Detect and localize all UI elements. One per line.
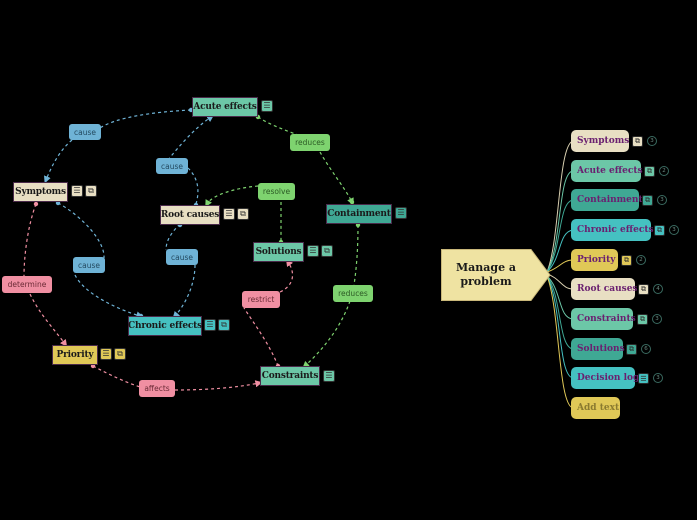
link-symptoms-to-determine — [23, 203, 37, 277]
link-determine-to-priority — [29, 293, 68, 347]
branch-constraints[interactable]: Constraints — [571, 308, 636, 330]
link-restrict-to-solutions — [279, 259, 294, 293]
link-icon[interactable]: ⧉ — [621, 255, 632, 266]
count-badge: 3 — [657, 195, 667, 205]
link-icon[interactable]: ⧉ — [237, 208, 249, 220]
notes-icon[interactable]: ☰ — [323, 370, 335, 382]
link-reduces2-to-constraints — [302, 300, 351, 369]
root-label-line1: Manage a — [455, 261, 517, 274]
link-icon[interactable]: ⧉ — [644, 166, 655, 177]
link-resolve-to-rootcauses — [205, 185, 259, 208]
notes-icon[interactable]: ☰ — [100, 348, 112, 360]
link-acute-to-reduces1 — [257, 116, 299, 136]
count-badge: 2 — [636, 255, 646, 265]
branch-acute-effects[interactable]: Acute effects — [571, 160, 643, 182]
link-symptoms-to-cause3 — [57, 202, 105, 259]
link-icon[interactable]: ⧉ — [637, 314, 648, 325]
root-label-line2: problem — [460, 275, 512, 288]
link-icon[interactable]: ⧉ — [654, 225, 665, 236]
notes-icon[interactable]: ☰ — [638, 373, 649, 384]
mind-map-root[interactable]: Manage a problem — [441, 249, 551, 301]
branch-decision-log[interactable]: Decision log — [571, 367, 639, 389]
link-label-restrict[interactable]: restrict — [242, 291, 280, 308]
branch-chronic-effects[interactable]: Chronic effects — [571, 219, 654, 241]
node-solutions[interactable]: Solutions — [253, 242, 304, 262]
node-root-causes[interactable]: Root causes — [160, 205, 220, 225]
count-badge: 2 — [659, 166, 669, 176]
count-badge: 3 — [647, 136, 657, 146]
link-icon[interactable]: ⧉ — [638, 284, 649, 295]
link-affects-to-constraints — [174, 380, 263, 391]
link-icon[interactable]: ⧉ — [218, 319, 230, 331]
link-rootcauses-to-cause4 — [165, 223, 181, 251]
link-label-cause[interactable]: cause — [69, 124, 101, 140]
notes-icon[interactable]: ☰ — [261, 100, 273, 112]
link-label-reduces[interactable]: reduces — [333, 285, 373, 302]
branch-solutions[interactable]: Solutions — [571, 338, 625, 360]
link-icon[interactable]: ⧉ — [85, 185, 97, 197]
link-label-resolve[interactable]: resolve — [258, 183, 295, 200]
link-priority-to-affects — [92, 365, 141, 388]
link-label-reduces[interactable]: reduces — [290, 134, 330, 151]
count-badge: 4 — [653, 284, 663, 294]
node-containment[interactable]: Containment — [326, 204, 392, 224]
link-cause2-to-acute — [167, 114, 214, 161]
node-priority[interactable]: Priority — [52, 345, 98, 365]
link-cause3-to-chronic — [74, 274, 144, 319]
count-badge: 3 — [669, 225, 679, 235]
link-cause4-to-chronic — [172, 264, 196, 319]
link-icon[interactable]: ⧉ — [321, 245, 333, 257]
notes-icon[interactable]: ☰ — [71, 185, 83, 197]
branch-root-causes[interactable]: Root causes — [571, 278, 638, 300]
link-icon[interactable]: ⧉ — [632, 136, 643, 147]
link-icon[interactable]: ⧉ — [114, 348, 126, 360]
branch-containment[interactable]: Containment — [571, 189, 643, 211]
branch-add-text[interactable]: Add text — [571, 397, 620, 419]
notes-icon[interactable]: ☰ — [223, 208, 235, 220]
link-label-cause[interactable]: cause — [73, 257, 105, 273]
link-reduces1-to-containment — [319, 151, 354, 206]
root-label: Manage a problem — [441, 249, 531, 301]
count-badge: 6 — [641, 344, 651, 354]
node-chronic-effects[interactable]: Chronic effects — [128, 316, 202, 336]
link-constraints-to-restrict — [243, 307, 279, 367]
branch-priority[interactable]: Priority — [571, 249, 618, 271]
link-containment-to-reduces2 — [353, 224, 359, 286]
link-icon[interactable]: ⧉ — [642, 195, 653, 206]
link-label-affects[interactable]: affects — [139, 380, 175, 397]
node-constraints[interactable]: Constraints — [260, 366, 320, 386]
link-label-determine[interactable]: determine — [2, 276, 52, 293]
link-acute-to-cause1 — [99, 109, 192, 129]
link-label-cause[interactable]: cause — [156, 158, 188, 174]
notes-icon[interactable]: ☰ — [204, 319, 216, 331]
count-badge: 3 — [652, 314, 662, 324]
branch-symptoms[interactable]: Symptoms — [571, 130, 629, 152]
node-acute-effects[interactable]: Acute effects — [192, 97, 258, 117]
node-symptoms[interactable]: Symptoms — [13, 182, 68, 202]
link-rootcauses-to-cause2 — [187, 167, 199, 205]
link-label-cause[interactable]: cause — [166, 249, 198, 265]
notes-icon[interactable]: ☰ — [395, 207, 407, 219]
link-icon[interactable]: ⧉ — [626, 344, 637, 355]
link-cause1-to-symptoms — [43, 139, 73, 184]
count-badge: 3 — [653, 373, 663, 383]
notes-icon[interactable]: ☰ — [307, 245, 319, 257]
